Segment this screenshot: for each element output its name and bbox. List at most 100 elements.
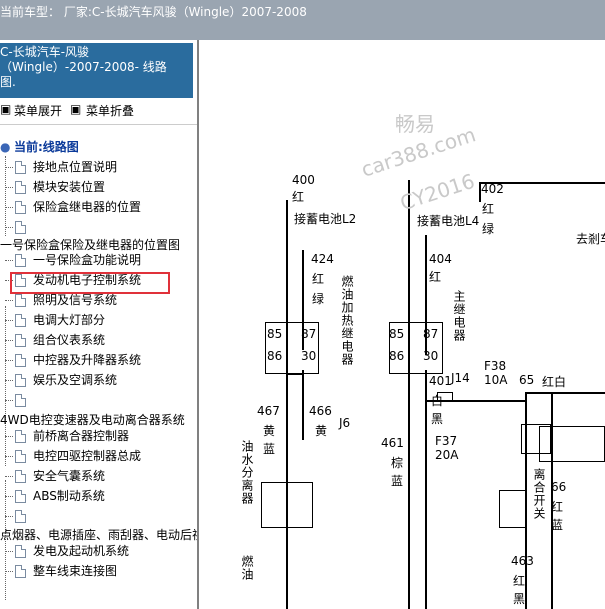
label-404-color: 红 bbox=[429, 270, 442, 284]
tree-item-ground-points[interactable]: 接地点位置说明 bbox=[33, 158, 117, 176]
document-icon bbox=[15, 450, 26, 463]
label-401-color2: 黑 bbox=[431, 412, 444, 426]
menu-expand-link[interactable]: 菜单展开 bbox=[14, 102, 62, 119]
label-j6: J6 bbox=[339, 416, 351, 430]
tree-item-4wd-controller[interactable]: 电控四驱控制器总成 bbox=[33, 447, 141, 465]
model-heading-line-2: （Wingle）-2007-2008- 线路 bbox=[0, 60, 167, 74]
menu-collapse-link[interactable]: 菜单折叠 bbox=[86, 102, 134, 119]
selection-highlight bbox=[10, 272, 170, 294]
collapse-icon[interactable]: ▣ bbox=[70, 102, 81, 116]
document-icon bbox=[15, 254, 26, 267]
current-node-icon: ● bbox=[0, 140, 11, 154]
wire-401 bbox=[425, 370, 427, 400]
wire-65-right bbox=[525, 392, 605, 394]
divider bbox=[0, 124, 197, 125]
label-463-color: 红 bbox=[513, 574, 526, 588]
document-icon bbox=[15, 470, 26, 483]
tree-item-airbag[interactable]: 安全气囊系统 bbox=[33, 467, 105, 485]
label-424: 424 bbox=[311, 252, 334, 266]
tree-branch bbox=[5, 456, 13, 457]
document-icon bbox=[15, 201, 26, 214]
watermark-code: CY2016 bbox=[397, 168, 478, 216]
tree-branch bbox=[5, 207, 13, 208]
label-oil-water-separator: 油水分离器 bbox=[240, 440, 254, 505]
watermark-brand: 畅易 bbox=[395, 112, 435, 136]
label-467-color2: 蓝 bbox=[263, 442, 276, 456]
document-icon bbox=[15, 490, 26, 503]
label-main-relay: 主继电器 bbox=[452, 290, 466, 342]
tree-item-entertainment-ac[interactable]: 娱乐及空调系统 bbox=[33, 371, 117, 389]
wire-424-lower bbox=[302, 370, 304, 410]
tree-branch bbox=[5, 571, 13, 572]
tree-branch bbox=[5, 400, 13, 401]
current-node-label[interactable]: 当前:线路图 bbox=[14, 138, 79, 156]
wire-400 bbox=[286, 200, 288, 609]
tree-item-charging-starter[interactable]: 发电及起动机系统 bbox=[33, 542, 129, 560]
wiring-diagram: 400 红 接蓄电池L2 424 红 绿 404 红 接蓄电池L4 402 红 … bbox=[199, 40, 605, 609]
label-401: 401 bbox=[429, 374, 452, 388]
relay2-pin-87: 87 bbox=[423, 327, 439, 341]
label-f37-amp: 20A bbox=[435, 448, 459, 462]
tree-branch bbox=[5, 260, 13, 261]
label-401-color: 白 bbox=[431, 394, 444, 408]
expand-icon[interactable]: ▣ bbox=[0, 102, 11, 116]
document-icon bbox=[15, 294, 26, 307]
label-f38: F38 bbox=[484, 359, 507, 373]
tree-branch bbox=[5, 516, 13, 517]
relay2-pin-30: 30 bbox=[423, 349, 439, 363]
clutch-switch-box bbox=[499, 490, 527, 528]
tree-branch bbox=[5, 320, 13, 321]
tree-connector bbox=[5, 156, 6, 236]
model-heading-line-1: C-长城汽车-风骏 bbox=[0, 45, 90, 59]
document-icon bbox=[15, 510, 26, 523]
label-424-color: 红 bbox=[312, 272, 325, 286]
document-icon bbox=[15, 314, 26, 327]
tree-branch bbox=[5, 476, 13, 477]
tree-item-instrument-cluster[interactable]: 组合仪表系统 bbox=[33, 331, 105, 349]
tree-branch bbox=[5, 436, 13, 437]
tree-item-module-location[interactable]: 模块安装位置 bbox=[33, 178, 105, 196]
label-65: 65 bbox=[519, 373, 535, 387]
tree-item-fusebox-1-function[interactable]: 一号保险盒功能说明 bbox=[33, 251, 141, 269]
label-battery-l2: 接蓄电池L2 bbox=[294, 212, 357, 226]
tree-item-fuse-relay-location[interactable]: 保险盒继电器的位置 bbox=[33, 198, 141, 216]
label-f38-amp: 10A bbox=[484, 373, 508, 387]
tree-item-front-axle-clutch[interactable]: 前桥离合器控制器 bbox=[33, 427, 129, 445]
tree-item-harness-connection[interactable]: 整车线束连接图 bbox=[33, 562, 117, 580]
label-402-color2: 绿 bbox=[482, 222, 495, 236]
tree-branch bbox=[5, 551, 13, 552]
label-404: 404 bbox=[429, 252, 452, 266]
wire-466 bbox=[302, 410, 304, 440]
tree-branch bbox=[5, 340, 13, 341]
label-466: 466 bbox=[309, 404, 332, 418]
relay1-pin-85: 85 bbox=[267, 327, 283, 341]
model-heading: C-长城汽车-风骏 （Wingle）-2007-2008- 线路 图. bbox=[0, 43, 193, 98]
title-bar: 当前车型： 厂家:C-长城汽车风骏（Wingle）2007-2008 bbox=[0, 0, 605, 40]
tree-branch bbox=[5, 496, 13, 497]
document-icon bbox=[15, 565, 26, 578]
document-icon bbox=[15, 430, 26, 443]
tree-item-central-lock-windows[interactable]: 中控器及升降器系统 bbox=[33, 351, 141, 369]
label-400-color: 红 bbox=[292, 190, 305, 204]
label-467: 467 bbox=[257, 404, 280, 418]
label-463-color2: 黑 bbox=[513, 592, 526, 606]
oil-water-separator-box bbox=[261, 482, 313, 528]
relay1-pin-87: 87 bbox=[301, 327, 317, 341]
document-icon bbox=[15, 181, 26, 194]
label-466-color: 黄 bbox=[315, 424, 328, 438]
document-icon bbox=[15, 374, 26, 387]
brake-switch-box bbox=[539, 426, 605, 462]
tree-connector bbox=[5, 306, 6, 466]
document-icon bbox=[15, 221, 26, 234]
label-424-color2: 绿 bbox=[312, 292, 325, 306]
label-400: 400 bbox=[292, 173, 315, 187]
tree-item-headlamp-adjust[interactable]: 电调大灯部分 bbox=[33, 311, 105, 329]
relay2-pin-86: 86 bbox=[389, 349, 405, 363]
relay1-pin-30: 30 bbox=[301, 349, 317, 363]
label-clutch-switch: 离合开关 bbox=[532, 468, 546, 520]
wire-404-left bbox=[408, 180, 410, 609]
label-fuel-heater-relay: 燃油加热继电器 bbox=[340, 275, 354, 366]
label-66-color2: 蓝 bbox=[551, 518, 564, 532]
tree-item-abs[interactable]: ABS制动系统 bbox=[33, 487, 105, 505]
label-461-color: 棕 bbox=[391, 456, 404, 470]
